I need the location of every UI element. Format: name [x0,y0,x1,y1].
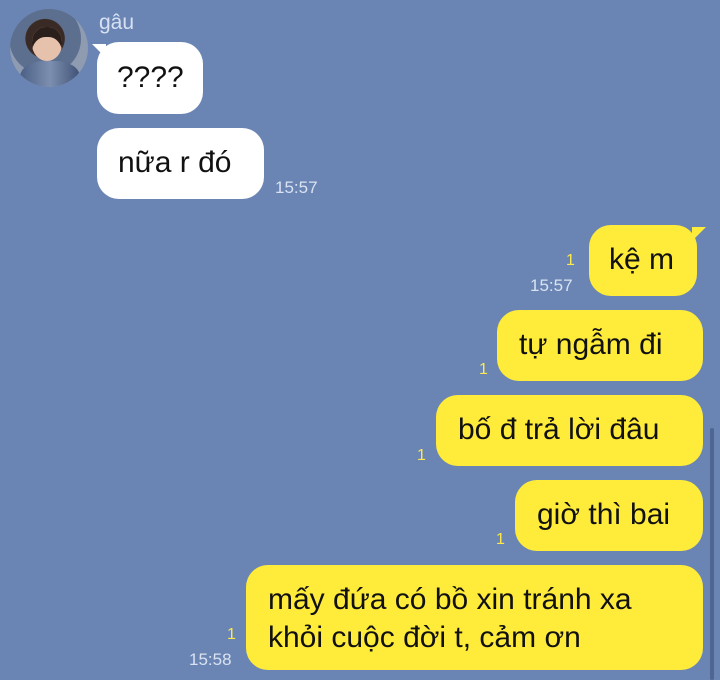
message-text: tự ngẫm đi [519,328,663,361]
outgoing-message[interactable]: mấy đứa có bồ xin tránh xa khỏi cuộc đời… [246,565,703,670]
read-count: 1 [227,626,236,643]
message-text-line: khỏi cuộc đời t, cảm ơn [268,621,581,654]
message-text: bố đ trả lời đâu [458,413,660,446]
message-time: 15:58 [189,650,232,669]
read-count: 1 [566,252,575,269]
outgoing-message[interactable]: tự ngẫm đi [497,310,703,381]
message-time: 15:57 [275,178,318,197]
outgoing-message[interactable]: giờ thì bai [515,480,703,551]
message-text: nữa r đó [118,146,232,179]
message-text: ???? [117,61,184,94]
message-text: kệ m [609,243,675,276]
outgoing-message[interactable]: bố đ trả lời đâu [436,395,703,466]
message-time: 15:57 [530,276,573,295]
bubble-tail [692,227,706,241]
incoming-message[interactable]: ???? [97,42,203,114]
sender-name: gâu [99,11,135,34]
incoming-message[interactable]: nữa r đó [97,128,264,199]
scrollbar[interactable] [710,428,714,680]
read-count: 1 [479,361,488,378]
read-count: 1 [496,531,505,548]
message-text-line: mấy đứa có bồ xin tránh xa [268,583,632,616]
outgoing-message[interactable]: kệ m [589,225,697,296]
read-count: 1 [417,447,426,464]
message-text: giờ thì bai [537,498,671,531]
avatar[interactable] [10,9,88,87]
